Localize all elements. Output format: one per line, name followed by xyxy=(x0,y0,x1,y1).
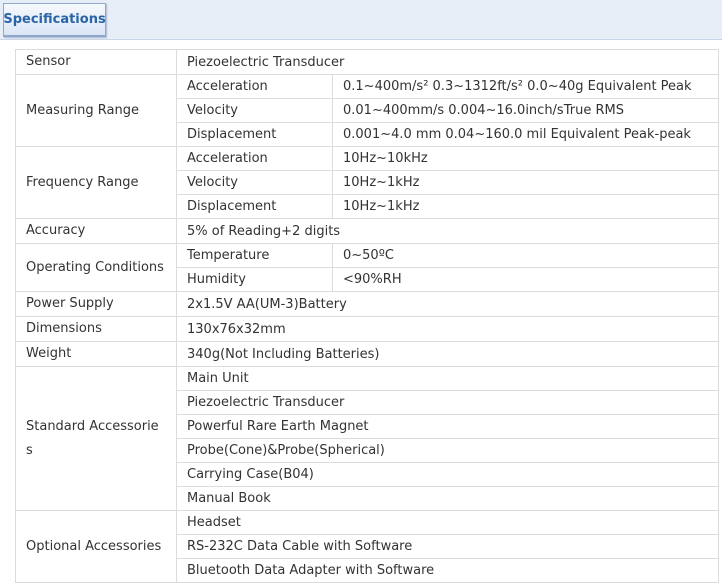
table-row: Weight 340g(Not Including Batteries) xyxy=(15,341,719,367)
spec-value: 130x76x32mm xyxy=(176,316,719,342)
table-row: Sensor Piezoelectric Transducer xyxy=(15,49,719,75)
spec-subitem: Velocity xyxy=(176,170,333,195)
table-row: Accuracy 5% of Reading+2 digits xyxy=(15,218,719,244)
spec-value: Powerful Rare Earth Magnet xyxy=(176,414,719,439)
spec-subitem: Displacement xyxy=(176,122,333,147)
table-row: Frequency Range Acceleration 10Hz~10kHz xyxy=(15,146,719,219)
spec-subitem: Acceleration xyxy=(176,74,333,99)
spec-label: Frequency Range xyxy=(15,146,177,219)
spec-value: Probe(Cone)&Probe(Spherical) xyxy=(176,438,719,463)
spec-value: Carrying Case(B04) xyxy=(176,462,719,487)
spec-value: <90%RH xyxy=(332,267,719,292)
spec-value: Bluetooth Data Adapter with Software xyxy=(176,558,719,583)
spec-value: Main Unit xyxy=(176,366,719,391)
table-row: Measuring Range Acceleration 0.1~400m/s²… xyxy=(15,74,719,147)
spec-label: Operating Conditions xyxy=(15,243,177,292)
table-row: Operating Conditions Temperature 0~50ºC xyxy=(15,243,719,292)
spec-label: Dimensions xyxy=(15,316,177,342)
spec-label-line: s xyxy=(26,442,33,458)
spec-label: Power Supply xyxy=(15,291,177,317)
spec-value: 0~50ºC xyxy=(332,243,719,268)
spec-value: Piezoelectric Transducer xyxy=(176,49,719,75)
spec-label: Accuracy xyxy=(15,218,177,244)
spec-label: Standard Accessorie s xyxy=(15,366,177,511)
spec-value: 10Hz~10kHz xyxy=(332,146,719,171)
spec-value: 0.01~400mm/s 0.004~16.0inch/sTrue RMS xyxy=(332,98,719,123)
spec-value: Piezoelectric Transducer xyxy=(176,390,719,415)
spec-value: 10Hz~1kHz xyxy=(332,194,719,219)
spec-subitem: Humidity xyxy=(176,267,333,292)
table-row: Power Supply 2x1.5V AA(UM-3)Battery xyxy=(15,291,719,317)
spec-value: 2x1.5V AA(UM-3)Battery xyxy=(176,291,719,317)
spec-value: 0.001~4.0 mm 0.04~160.0 mil Equivalent P… xyxy=(332,122,719,147)
spec-label: Sensor xyxy=(15,49,177,75)
specifications-table: Sensor Piezoelectric Transducer Measurin… xyxy=(15,49,719,583)
spec-value: 5% of Reading+2 digits xyxy=(176,218,719,244)
table-row: Dimensions 130x76x32mm xyxy=(15,316,719,342)
spec-subitem: Velocity xyxy=(176,98,333,123)
table-row: Optional Accessories Headset xyxy=(15,510,719,583)
table-row: Standard Accessorie s Main Unit xyxy=(15,366,719,511)
spec-value: RS-232C Data Cable with Software xyxy=(176,534,719,559)
spec-subitem: Displacement xyxy=(176,194,333,219)
spec-label-line: Standard Accessorie xyxy=(26,418,159,434)
spec-value: 0.1~400m/s² 0.3~1312ft/s² 0.0~40g Equiva… xyxy=(332,74,719,99)
spec-value: 10Hz~1kHz xyxy=(332,170,719,195)
spec-label: Optional Accessories xyxy=(15,510,177,583)
section-header-bar: Specifications xyxy=(0,0,722,40)
spec-label: Weight xyxy=(15,341,177,367)
tab-specifications[interactable]: Specifications xyxy=(3,3,106,37)
spec-value: Manual Book xyxy=(176,486,719,511)
spec-subitem: Temperature xyxy=(176,243,333,268)
spec-value: 340g(Not Including Batteries) xyxy=(176,341,719,367)
spec-value: Headset xyxy=(176,510,719,535)
spec-label: Measuring Range xyxy=(15,74,177,147)
spec-subitem: Acceleration xyxy=(176,146,333,171)
